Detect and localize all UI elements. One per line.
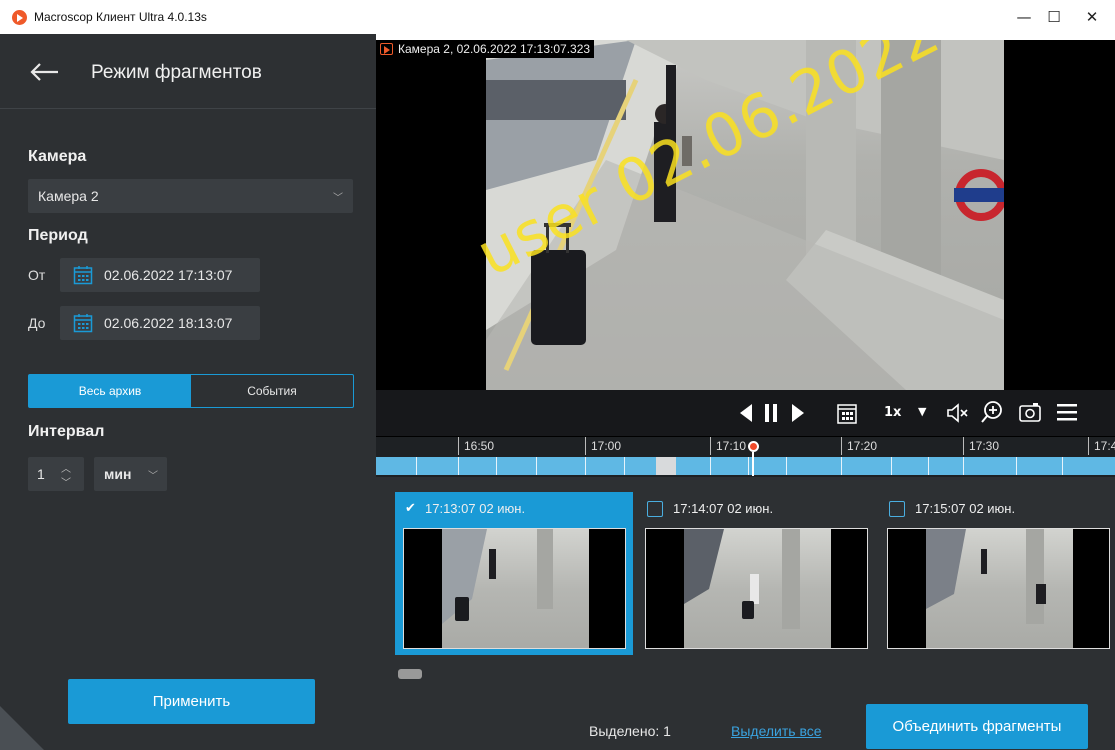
fragment-thumbnail (887, 528, 1110, 649)
interval-stepper[interactable]: 1 ︿ ﹀ (28, 457, 84, 491)
camera-caption-text: Камера 2, 02.06.2022 17:13:07.323 (398, 42, 591, 56)
window-title: Macroscop Клиент Ultra 4.0.13s (34, 10, 207, 24)
fragment-card[interactable]: 17:14:07 02 июн. (637, 492, 875, 655)
pause-icon[interactable] (764, 402, 778, 424)
video-player[interactable]: Камера 2, 02.06.2022 17:13:07.323 user 0… (376, 40, 1115, 455)
panel-header: Режим фрагментов (0, 34, 376, 109)
resize-grip-icon[interactable] (0, 706, 44, 750)
chevron-up-icon[interactable]: ︿ (61, 460, 71, 475)
step-back-icon[interactable] (738, 402, 754, 424)
maximize-button[interactable]: ☐ (1040, 5, 1068, 29)
archive-mode-switch: Весь архив События (28, 374, 354, 408)
apply-button[interactable]: Применить (68, 679, 315, 724)
title-bar: Macroscop Клиент Ultra 4.0.13s — ☐ ✕ (0, 0, 1115, 34)
snapshot-icon[interactable] (1018, 401, 1042, 423)
timeline-tick: 16:50 (458, 437, 494, 455)
from-datetime-field[interactable]: 02.06.2022 17:13:07 (60, 258, 260, 292)
calendar-icon[interactable] (73, 313, 93, 333)
fragments-list: ✔ 17:13:07 02 июн. 17:14:07 02 июн. 17:1… (376, 477, 1115, 750)
menu-icon[interactable] (1056, 402, 1078, 422)
mute-icon[interactable] (946, 402, 970, 424)
chevron-down-icon: ﹀ (148, 471, 158, 482)
app-logo-icon (12, 10, 27, 25)
from-datetime-value: 02.06.2022 17:13:07 (104, 267, 233, 283)
panel-title: Режим фрагментов (91, 62, 262, 83)
interval-label: Интервал (28, 423, 105, 440)
recording-gap (656, 457, 676, 475)
to-datetime-value: 02.06.2022 18:13:07 (104, 315, 233, 331)
calendar-icon[interactable] (73, 265, 93, 285)
speed-dropdown-icon[interactable]: ▼ (918, 405, 926, 418)
archive-timeline[interactable]: 16:50 17:00 17:10 17:20 17:30 17:4 (376, 437, 1115, 477)
camera-select[interactable]: Камера 2 ﹀ (28, 179, 353, 213)
fragment-card[interactable]: 17:15:07 02 июн. (879, 492, 1115, 655)
timeline-tick: 17:00 (585, 437, 621, 455)
playback-speed[interactable]: 1x (884, 405, 901, 420)
step-forward-icon[interactable] (790, 402, 806, 424)
chevron-down-icon[interactable]: ﹀ (61, 474, 71, 489)
fragment-time: 17:14:07 02 июн. (673, 501, 774, 516)
horizontal-scrollbar[interactable] (398, 669, 422, 679)
fragment-thumbnail (645, 528, 868, 649)
fragments-settings-panel: Режим фрагментов Камера Камера 2 ﹀ Перио… (0, 34, 376, 750)
chevron-down-icon: ﹀ (333, 193, 343, 204)
minimize-button[interactable]: — (1010, 5, 1038, 29)
timeline-ticks: 16:50 17:00 17:10 17:20 17:30 17:4 (376, 437, 1115, 457)
to-label: До (28, 315, 46, 331)
calendar-icon[interactable] (836, 401, 858, 425)
timeline-tick: 17:30 (963, 437, 999, 455)
timeline-tick: 17:20 (841, 437, 877, 455)
fragment-time: 17:13:07 02 июн. (425, 501, 526, 516)
timeline-tick: 17:4 (1088, 437, 1115, 455)
interval-unit-select[interactable]: мин ﹀ (94, 457, 167, 491)
checkbox-icon[interactable] (647, 501, 663, 517)
camera-select-value: Камера 2 (38, 188, 99, 204)
back-arrow-icon[interactable] (28, 60, 60, 84)
tab-all-archive[interactable]: Весь архив (29, 375, 191, 407)
playback-controls: 1x ▼ (376, 390, 1115, 436)
period-label: Период (28, 227, 88, 244)
selected-count: Выделено: 1 (589, 723, 671, 739)
timeline-cursor-line (752, 452, 754, 476)
recording-bar[interactable] (376, 457, 1115, 475)
camera-label: Камера (28, 148, 87, 165)
select-all-link[interactable]: Выделить все (731, 723, 822, 739)
timeline-tick: 17:10 (710, 437, 746, 455)
zoom-in-icon[interactable] (980, 400, 1004, 424)
fragment-time: 17:15:07 02 июн. (915, 501, 1016, 516)
checkbox-icon[interactable] (889, 501, 905, 517)
from-label: От (28, 267, 46, 283)
interval-value: 1 (37, 466, 45, 482)
fragment-thumbnail (403, 528, 626, 649)
recording-icon (380, 43, 393, 55)
timeline-cursor[interactable] (748, 441, 759, 452)
checkmark-icon[interactable]: ✔ (405, 500, 416, 516)
fragment-card[interactable]: ✔ 17:13:07 02 июн. (395, 492, 633, 655)
close-button[interactable]: ✕ (1078, 5, 1106, 29)
interval-unit-value: мин (104, 466, 132, 482)
to-datetime-field[interactable]: 02.06.2022 18:13:07 (60, 306, 260, 340)
tab-events[interactable]: События (191, 375, 353, 407)
camera-caption: Камера 2, 02.06.2022 17:13:07.323 (376, 40, 595, 58)
merge-fragments-button[interactable]: Объединить фрагменты (866, 704, 1088, 749)
